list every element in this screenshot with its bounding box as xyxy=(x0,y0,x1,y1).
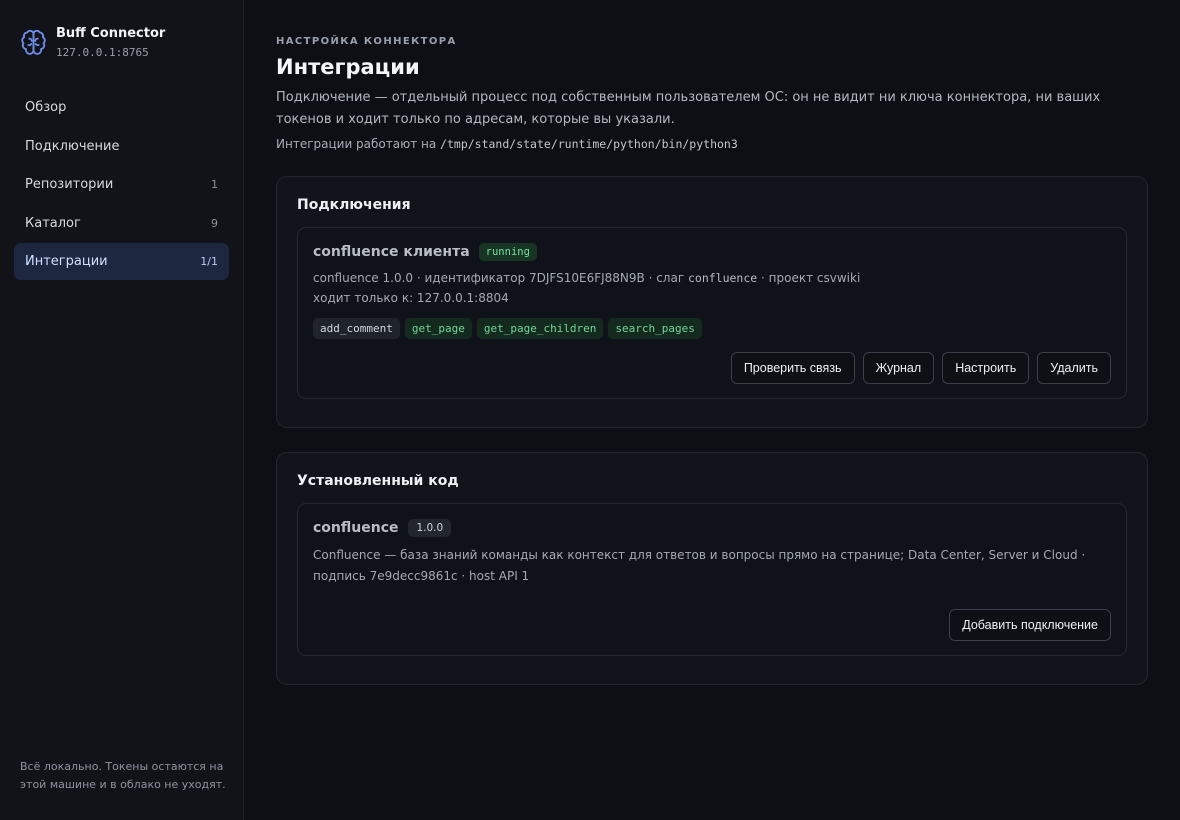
brain-icon xyxy=(21,29,46,55)
page-eyebrow: НАСТРОЙКА КОННЕКТОРА xyxy=(276,36,457,47)
sidebar-item-label: Репозитории xyxy=(25,177,114,192)
configure-button[interactable]: Настроить xyxy=(942,352,1030,384)
connections-panel: Подключения confluence клиента running c… xyxy=(276,176,1148,428)
tool-tag: add_comment xyxy=(313,318,400,339)
sidebar-item-repositories[interactable]: Репозитории 1 xyxy=(14,166,229,203)
tool-tag: get_page xyxy=(404,318,472,339)
delete-button[interactable]: Удалить xyxy=(1037,352,1111,384)
package-name: confluence xyxy=(313,520,399,536)
tool-list: add_comment get_page get_page_children s… xyxy=(313,318,1111,339)
brand-name: Buff Connector xyxy=(56,26,166,41)
sidebar-item-overview[interactable]: Обзор xyxy=(14,89,229,126)
version-badge: 1.0.0 xyxy=(408,519,452,537)
runtime-path: /tmp/stand/state/runtime/python/bin/pyth… xyxy=(440,137,738,151)
tool-tag: get_page_children xyxy=(476,318,604,339)
tool-tag: search_pages xyxy=(608,318,702,339)
connection-access: ходит только к: 127.0.0.1:8804 xyxy=(313,291,509,305)
app-root: Buff Connector 127.0.0.1:8765 Обзор Подк… xyxy=(0,0,1180,820)
sidebar-item-label: Интеграции xyxy=(25,254,108,269)
installed-code-panel: Установленный код confluence 1.0.0 Confl… xyxy=(276,452,1148,685)
package-card: confluence 1.0.0 Confluence — база знани… xyxy=(297,503,1127,656)
status-badge: running xyxy=(478,243,537,261)
sidebar-nav: Обзор Подключение Репозитории 1 Каталог … xyxy=(14,89,229,280)
log-button[interactable]: Журнал xyxy=(862,352,935,384)
brand: Buff Connector 127.0.0.1:8765 xyxy=(14,26,229,59)
add-connection-button[interactable]: Добавить подключение xyxy=(949,609,1111,641)
connection-actions: Проверить связь Журнал Настроить Удалить xyxy=(313,352,1111,384)
connections-title: Подключения xyxy=(297,197,411,213)
sidebar-footer-note: Всё локально. Токены остаются на этой ма… xyxy=(20,760,226,791)
sidebar-item-label: Обзор xyxy=(25,100,67,115)
connection-name: confluence клиента xyxy=(313,244,470,260)
brand-address: 127.0.0.1:8765 xyxy=(56,46,149,59)
connection-slug: confluence xyxy=(687,271,758,285)
check-connection-button[interactable]: Проверить связь xyxy=(730,352,855,384)
package-actions: Добавить подключение xyxy=(313,609,1111,641)
connection-meta: confluence 1.0.0 · идентификатор 7DJFS10… xyxy=(313,268,1111,288)
runtime-info: Интеграции работают на /tmp/stand/state/… xyxy=(276,137,1148,151)
connection-meta-prefix: confluence 1.0.0 · идентификатор 7DJFS10… xyxy=(313,271,685,285)
sidebar-item-connection[interactable]: Подключение xyxy=(14,128,229,165)
connection-meta-suffix: · проект csvwiki xyxy=(761,271,861,285)
sidebar-item-label: Подключение xyxy=(25,138,120,154)
installed-code-title: Установленный код xyxy=(297,473,459,489)
sidebar-item-count: 1 xyxy=(211,178,218,191)
main-content: НАСТРОЙКА КОННЕКТОРА Интеграции Подключе… xyxy=(244,0,1180,820)
package-description: Confluence — база знаний команды как кон… xyxy=(313,548,1086,583)
sidebar-item-label: Каталог xyxy=(25,215,81,231)
sidebar: Buff Connector 127.0.0.1:8765 Обзор Подк… xyxy=(0,0,244,820)
page-title: Интеграции xyxy=(276,55,420,79)
sidebar-item-count: 9 xyxy=(211,216,218,230)
connection-card: confluence клиента running confluence 1.… xyxy=(297,227,1127,399)
sidebar-item-catalog[interactable]: Каталог 9 xyxy=(14,205,229,242)
sidebar-item-integrations[interactable]: Интеграции 1/1 xyxy=(14,243,229,280)
sidebar-item-count: 1/1 xyxy=(200,255,218,268)
page-description: Подключение — отдельный процесс под собс… xyxy=(276,90,1101,127)
runtime-label: Интеграции работают на xyxy=(276,137,437,151)
